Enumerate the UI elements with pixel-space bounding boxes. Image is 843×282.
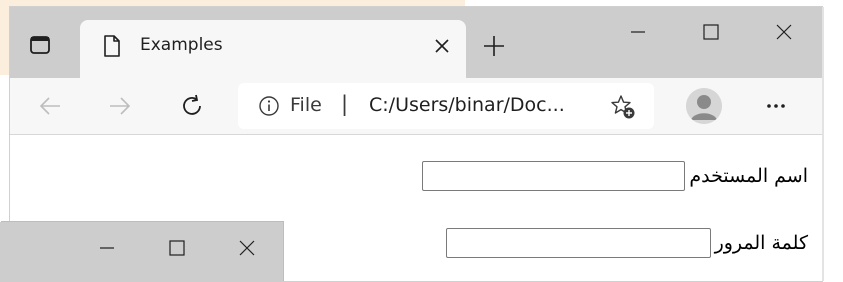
plus-icon[interactable] [480,32,508,60]
password-label: كلمة المرور [714,232,808,254]
minimize-icon[interactable] [626,20,650,44]
password-input[interactable] [445,228,711,258]
tab-examples[interactable]: Examples [80,20,466,78]
maximize-icon[interactable] [699,20,723,44]
close-window-icon[interactable] [236,237,258,259]
star-plus-icon[interactable] [610,94,636,120]
address-separator: | [341,92,349,116]
tab-actions-icon[interactable] [28,33,52,57]
forward-arrow-icon[interactable] [106,92,134,120]
profile-icon[interactable] [686,88,722,124]
info-icon[interactable] [258,95,280,117]
window-edge [822,7,824,281]
address-scheme-label: File [290,94,322,116]
minimize-icon[interactable] [96,237,118,259]
tab-title: Examples [140,35,223,55]
more-icon[interactable] [762,92,790,120]
username-input[interactable] [422,161,686,191]
browser-toolbar: File | C:/Users/binar/Doc... [10,78,822,135]
address-url[interactable]: C:/Users/binar/Doc... [369,94,565,116]
tab-strip: Examples [10,7,822,78]
username-row: اسم المستخدم [422,161,808,191]
back-arrow-icon[interactable] [36,92,64,120]
background-window-titlebar [0,222,283,282]
refresh-icon[interactable] [178,92,206,120]
close-window-icon[interactable] [772,20,796,44]
username-label: اسم المستخدم [689,165,808,187]
page-icon [102,34,122,58]
close-icon[interactable] [432,36,452,56]
maximize-icon[interactable] [166,237,188,259]
address-bar[interactable]: File | C:/Users/binar/Doc... [238,83,654,129]
password-row: كلمة المرور [445,228,808,258]
